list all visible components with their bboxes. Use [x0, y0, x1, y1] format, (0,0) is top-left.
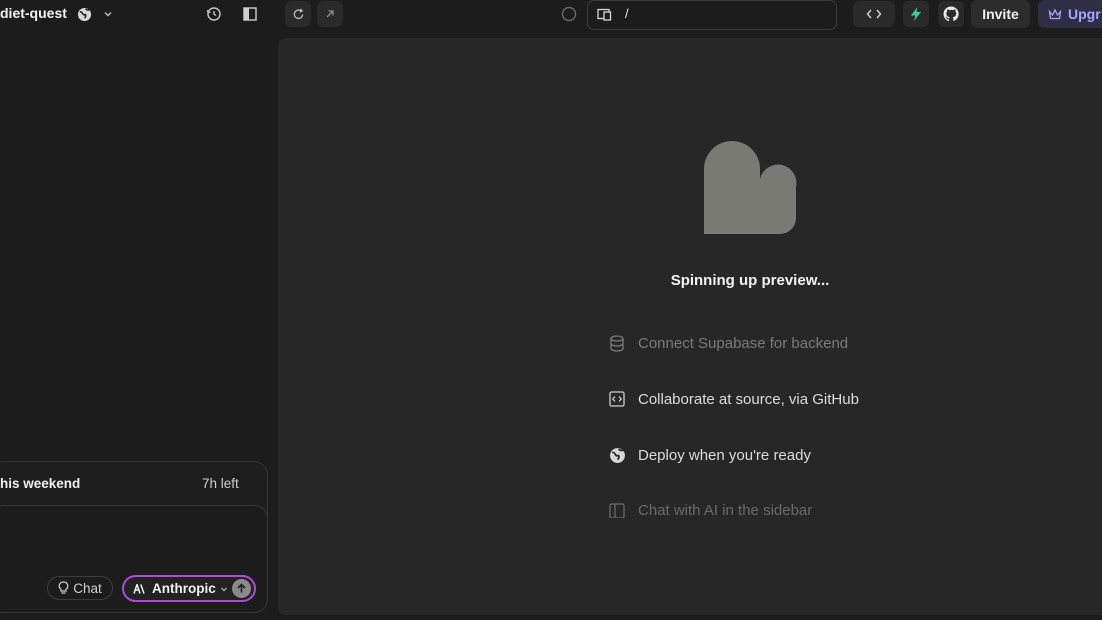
- preview-pane: [278, 38, 1102, 615]
- code-view-icon[interactable]: [853, 1, 895, 27]
- chevron-down-icon[interactable]: [101, 7, 115, 21]
- crown-icon: [1048, 8, 1062, 21]
- feature-item: Connect Supabase for backend: [608, 334, 848, 352]
- heart-logo-icon: [703, 140, 797, 234]
- project-name[interactable]: diet-quest: [0, 5, 67, 21]
- github-icon[interactable]: [938, 1, 964, 27]
- top-bar: diet-quest / Invite Upgr: [0, 0, 1102, 30]
- sidebar-icon: [608, 502, 626, 518]
- url-path[interactable]: /: [625, 6, 629, 21]
- upgrade-label: Upgr: [1068, 6, 1101, 22]
- lightbulb-icon: [58, 581, 69, 595]
- feature-label: Deploy when you're ready: [638, 446, 811, 464]
- code-icon: [608, 390, 626, 408]
- chat-mode-label: Chat: [73, 580, 102, 596]
- invite-button[interactable]: Invite: [971, 0, 1030, 28]
- send-button[interactable]: [232, 579, 251, 598]
- loading-indicator-icon: [560, 5, 578, 23]
- device-preview-icon[interactable]: [596, 6, 612, 22]
- chevron-down-icon: [220, 585, 228, 593]
- open-external-icon[interactable]: [317, 1, 343, 27]
- time-left-badge: 7h left: [202, 476, 239, 491]
- upgrade-button[interactable]: Upgr: [1038, 0, 1102, 28]
- feature-label: Collaborate at source, via GitHub: [638, 390, 859, 408]
- chat-mode-button[interactable]: Chat: [47, 576, 113, 600]
- arrow-up-icon: [236, 583, 247, 594]
- feature-item: Deploy when you're ready: [608, 446, 811, 464]
- supabase-bolt-icon[interactable]: [903, 1, 929, 27]
- refresh-icon[interactable]: [285, 1, 311, 27]
- history-icon[interactable]: [205, 5, 223, 23]
- globe-icon: [608, 446, 626, 464]
- feature-label: Connect Supabase for backend: [638, 334, 849, 352]
- feature-item: Collaborate at source, via GitHub: [608, 390, 859, 408]
- globe-icon[interactable]: [76, 6, 92, 22]
- model-label: Anthropic: [152, 581, 216, 596]
- task-title: his weekend: [0, 476, 81, 491]
- feature-label: Chat with AI in the sidebar: [638, 502, 813, 518]
- preview-status-text: Spinning up preview...: [670, 272, 830, 289]
- database-icon: [608, 334, 626, 352]
- anthropic-logo-icon: [133, 583, 146, 594]
- feature-item: Chat with AI in the sidebar: [608, 502, 812, 518]
- sidebar-toggle-icon[interactable]: [241, 5, 259, 23]
